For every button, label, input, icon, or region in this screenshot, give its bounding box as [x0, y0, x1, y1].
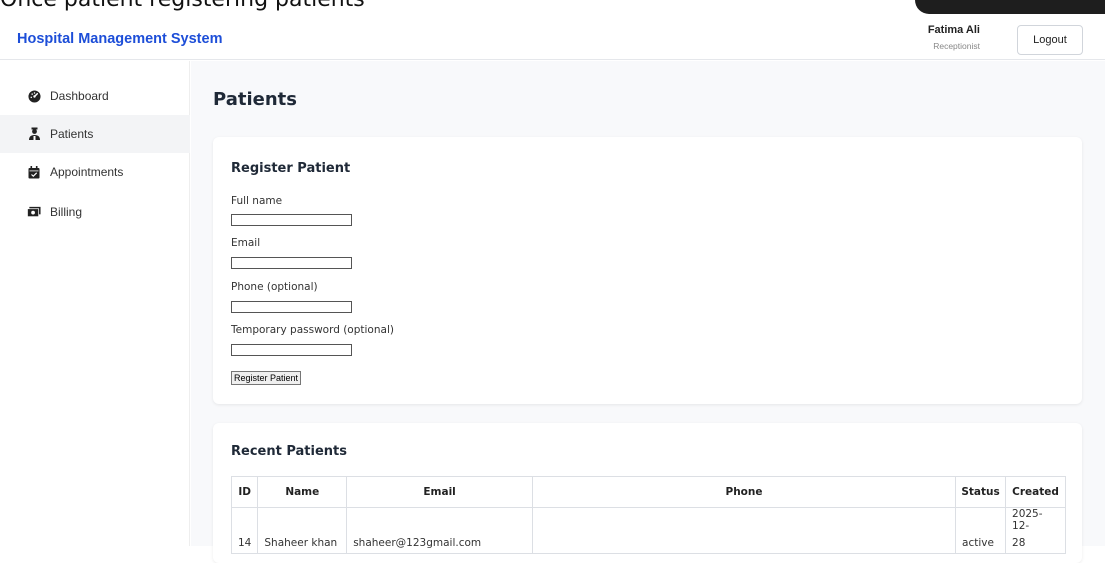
user-role: Receptionist: [933, 41, 980, 51]
table-row[interactable]: 14 Shaheer khan shaheer@123gmail.com act…: [230, 507, 1066, 554]
cell-status: active: [955, 507, 1007, 554]
column-header-phone: Phone: [531, 476, 957, 508]
temp-password-input[interactable]: [231, 344, 352, 356]
patients-icon: [27, 127, 41, 141]
temp-password-label: Temporary password (optional): [231, 324, 394, 336]
full-name-input[interactable]: [231, 214, 352, 226]
cell-email: shaheer@123gmail.com: [346, 507, 533, 554]
brand-title[interactable]: Hospital Management System: [17, 31, 222, 47]
register-patient-button[interactable]: Register Patient: [231, 371, 302, 385]
recent-patients-table: ID Name Email Phone Status Created 14 Sh…: [230, 476, 1066, 554]
sidebar: Dashboard Patients Appointments Billing: [0, 61, 190, 546]
cell-created: 2025-12- 28: [1005, 507, 1066, 554]
cell-created-date: 2025-12-: [1012, 508, 1043, 532]
logout-button[interactable]: Logout: [1017, 25, 1083, 55]
sidebar-item-appointments[interactable]: Appointments: [0, 153, 190, 191]
cell-phone: [531, 507, 957, 554]
column-header-created: Created: [1005, 476, 1066, 508]
full-name-label: Full name: [231, 195, 283, 207]
sidebar-item-label: Dashboard: [50, 89, 109, 103]
column-header-status: Status: [955, 476, 1007, 508]
phone-label: Phone (optional): [231, 281, 318, 293]
window-corner: [915, 0, 1105, 14]
sidebar-item-billing[interactable]: Billing: [0, 193, 190, 231]
table-header-row: ID Name Email Phone Status Created: [230, 476, 1066, 508]
register-patient-card: Register Patient Full name Email Phone (…: [213, 137, 1082, 404]
caption-strip: Once patient registering patients: [0, 0, 1105, 20]
money-icon: [27, 205, 41, 219]
cell-created-day: 28: [1012, 537, 1026, 549]
sidebar-item-label: Appointments: [50, 165, 124, 179]
dashboard-gauge-icon: [27, 89, 41, 103]
column-header-email: Email: [346, 476, 533, 508]
recent-patients-title: Recent Patients: [231, 444, 347, 459]
cell-id: 14: [230, 507, 259, 554]
user-info: Fatima Ali Receptionist: [928, 24, 980, 51]
cell-name: Shaheer khan: [257, 507, 348, 554]
column-header-name: Name: [257, 476, 348, 508]
column-header-id: ID: [230, 476, 259, 508]
email-input[interactable]: [231, 257, 352, 269]
sidebar-item-dashboard[interactable]: Dashboard: [0, 77, 190, 115]
sidebar-item-patients[interactable]: Patients: [0, 115, 190, 153]
register-card-title: Register Patient: [231, 161, 351, 176]
top-navbar: Hospital Management System Fatima Ali Re…: [0, 20, 1105, 60]
sidebar-item-label: Billing: [50, 205, 83, 219]
caption-text: Once patient registering patients: [0, 0, 365, 12]
main-content: Patients Register Patient Full name Emai…: [191, 61, 1105, 563]
user-name: Fatima Ali: [927, 24, 980, 36]
email-label: Email: [231, 237, 261, 249]
page-title: Patients: [213, 89, 297, 110]
recent-patients-card: Recent Patients ID Name Email Phone Stat…: [213, 423, 1082, 563]
phone-input[interactable]: [231, 301, 352, 313]
calendar-icon: [27, 165, 41, 179]
sidebar-item-label: Patients: [50, 127, 94, 141]
